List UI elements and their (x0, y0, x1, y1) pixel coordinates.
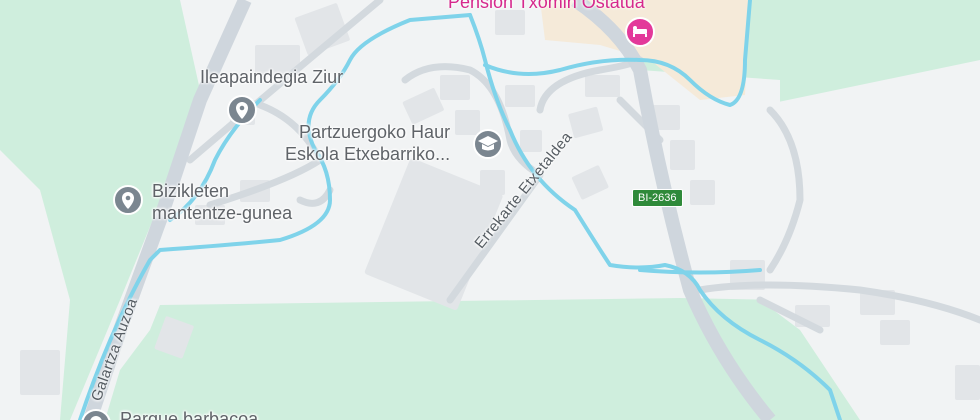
poi-label-ileapaindegia[interactable]: Ileapaindegia Ziur (200, 66, 343, 88)
map-canvas[interactable]: Pension Txomin Ostatua Ileapaindegia Ziu… (0, 0, 980, 420)
bed-icon[interactable] (624, 16, 656, 48)
pin-generic-icon[interactable] (80, 408, 112, 420)
poi-label-line1: Ileapaindegia Ziur (200, 67, 344, 87)
pin-generic-icon[interactable] (226, 94, 258, 132)
poi-label-line2: mantentze-gunea (152, 203, 293, 223)
school-cap-icon[interactable] (472, 128, 504, 160)
poi-label-line1: Parque barbacoa (120, 409, 259, 420)
poi-label-line1: Bizikleten (152, 181, 230, 201)
hotel-label[interactable]: Pension Txomin Ostatua (448, 0, 645, 13)
map-base-layer (0, 0, 980, 420)
poi-label-line1: Partzuergoko Haur (299, 122, 451, 142)
road-shield: BI-2636 (632, 189, 683, 207)
poi-label-bizikleten[interactable]: Bizikleten mantentze-gunea (152, 180, 292, 224)
poi-label-parque[interactable]: Parque barbacoa (120, 408, 258, 420)
poi-label-line2: Eskola Etxebarriko... (285, 144, 451, 164)
pin-generic-icon[interactable] (112, 184, 144, 216)
poi-label-haur-eskola[interactable]: Partzuergoko Haur Eskola Etxebarriko... (285, 121, 450, 165)
